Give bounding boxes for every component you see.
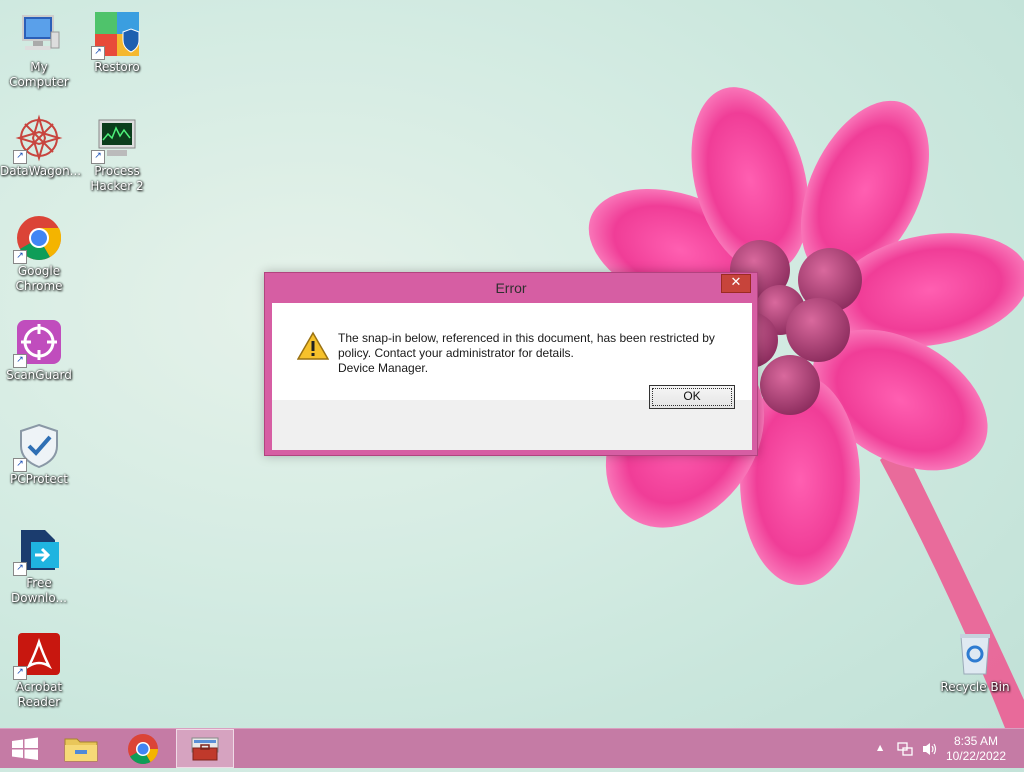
shortcut-arrow-icon: ↗ xyxy=(13,354,27,368)
file-explorer-icon xyxy=(64,738,98,762)
taskbar-toolbox-app[interactable] xyxy=(176,729,234,768)
acrobat-icon: ↗ xyxy=(13,630,63,680)
show-hidden-icons-button[interactable]: ▲ xyxy=(877,743,883,752)
shortcut-arrow-icon: ↗ xyxy=(13,150,27,164)
taskbar-clock[interactable]: 8:35 AM 10/22/2022 xyxy=(946,734,1006,764)
taskbar-file-explorer[interactable] xyxy=(57,729,105,768)
desktop-icon-label: My Computer xyxy=(9,60,69,89)
datawagon-icon: ↗ xyxy=(13,114,63,164)
warning-icon xyxy=(297,331,329,360)
desktop-icon-recycle-bin[interactable]: Recycle Bin xyxy=(936,630,1014,695)
dialog-client-area: The snap-in below, referenced in this do… xyxy=(272,303,752,450)
toolbox-icon xyxy=(191,737,219,761)
shortcut-arrow-icon: ↗ xyxy=(91,46,105,60)
desktop-icon-label: Google Chrome xyxy=(15,264,63,293)
dialog-message-line: The snap-in below, referenced in this do… xyxy=(338,331,715,345)
close-button[interactable]: ✕ xyxy=(721,274,751,293)
shortcut-arrow-icon: ↗ xyxy=(13,666,27,680)
desktop-icon-free-download[interactable]: ↗ Free Downlo... xyxy=(0,526,78,606)
desktop-icon-scanguard[interactable]: ↗ ScanGuard xyxy=(0,318,78,383)
error-dialog: Error ✕ The snap-in below, referenced in… xyxy=(264,272,758,456)
desktop-icon-datawagon[interactable]: ↗ DataWagon... xyxy=(0,114,82,179)
pcprotect-icon: ↗ xyxy=(13,422,63,472)
desktop-icon-label: Acrobat Reader xyxy=(15,680,63,709)
shortcut-arrow-icon: ↗ xyxy=(13,562,27,576)
desktop-icon-pcprotect[interactable]: ↗ PCProtect xyxy=(0,422,78,487)
process-hacker-icon: ↗ xyxy=(91,114,141,164)
desktop-icon-restoro[interactable]: ↗ Restoro xyxy=(78,10,156,75)
desktop-icon-label: DataWagon... xyxy=(0,164,82,178)
free-download-icon: ↗ xyxy=(13,526,63,576)
windows-start-icon xyxy=(12,737,38,760)
chrome-icon: ↗ xyxy=(13,214,63,264)
restoro-icon: ↗ xyxy=(91,10,141,60)
desktop-icon-my-computer[interactable]: My Computer xyxy=(0,10,78,90)
desktop-icon-google-chrome[interactable]: ↗ Google Chrome xyxy=(0,214,78,294)
computer-icon xyxy=(15,10,63,58)
desktop-icon-label: PCProtect xyxy=(9,472,69,486)
desktop-icon-label: Restoro xyxy=(94,60,140,74)
ok-button[interactable]: OK xyxy=(649,385,735,409)
desktop-icon-process-hacker[interactable]: ↗ Process Hacker 2 xyxy=(78,114,156,194)
network-icon[interactable] xyxy=(897,741,913,757)
desktop-icon-label: Free Downlo... xyxy=(11,576,67,605)
clock-date: 10/22/2022 xyxy=(945,749,1006,763)
desktop-icon-label: ScanGuard xyxy=(6,368,72,382)
taskbar-chrome[interactable] xyxy=(118,729,168,768)
shortcut-arrow-icon: ↗ xyxy=(13,250,27,264)
dialog-titlebar[interactable]: Error ✕ xyxy=(265,273,757,303)
dialog-message-line: Device Manager. xyxy=(338,361,429,375)
chrome-icon xyxy=(128,734,158,765)
shortcut-arrow-icon: ↗ xyxy=(13,458,27,472)
dialog-message-line: policy. Contact your administrator for d… xyxy=(338,346,574,360)
recycle-bin-icon xyxy=(951,630,999,678)
taskbar: ▲ 8:35 AM 10/22/2022 xyxy=(0,728,1024,768)
desktop-icon-acrobat-reader[interactable]: ↗ Acrobat Reader xyxy=(0,630,78,710)
volume-icon[interactable] xyxy=(921,741,939,757)
scanguard-icon: ↗ xyxy=(13,318,63,368)
start-button[interactable] xyxy=(0,729,50,768)
shortcut-arrow-icon: ↗ xyxy=(91,150,105,164)
desktop-icon-label: Process Hacker 2 xyxy=(90,164,144,193)
clock-time: 8:35 AM xyxy=(953,734,998,748)
dialog-message: The snap-in below, referenced in this do… xyxy=(338,331,738,376)
desktop-icon-label: Recycle Bin xyxy=(940,680,1010,694)
dialog-title: Error xyxy=(495,280,527,296)
